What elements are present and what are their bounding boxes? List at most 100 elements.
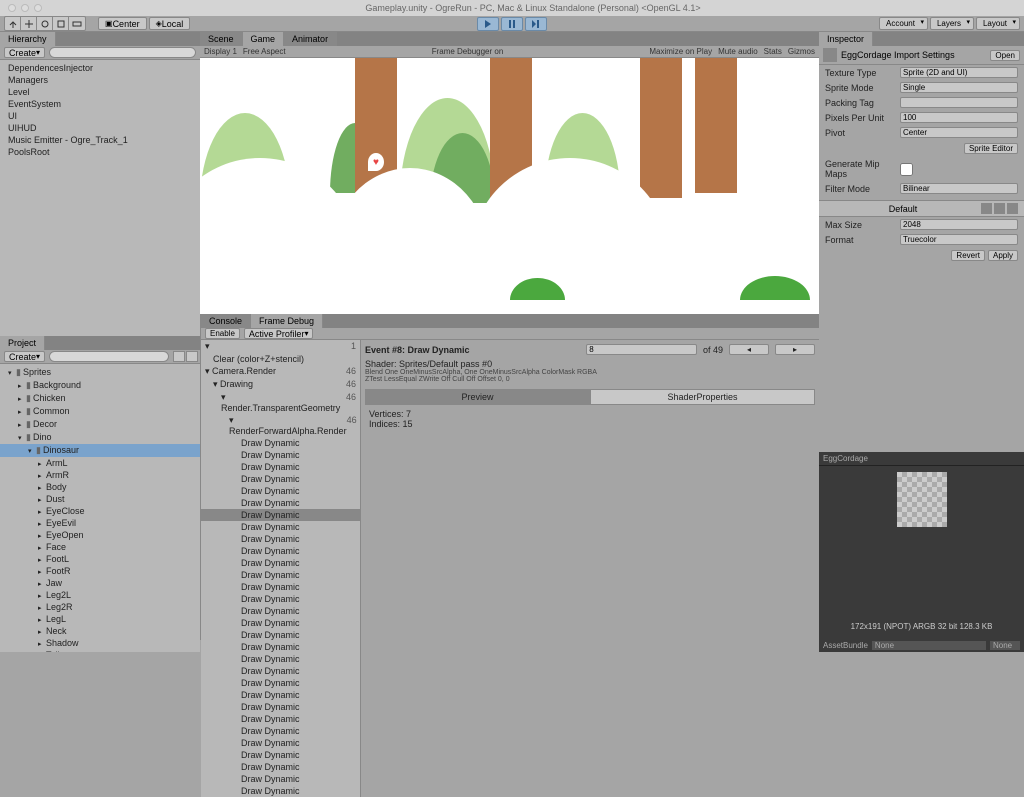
animator-tab[interactable]: Animator (284, 32, 337, 46)
project-item[interactable]: ▸EyeOpen (0, 529, 200, 541)
fd-draw-item[interactable]: Draw Dynamic (201, 773, 360, 785)
filter-icon[interactable] (173, 351, 185, 362)
fd-draw-item[interactable]: Draw Dynamic (201, 725, 360, 737)
project-item[interactable]: ▾▮Dino (0, 431, 200, 444)
filter-mode-dropdown[interactable]: Bilinear (900, 183, 1018, 194)
hierarchy-tab[interactable]: Hierarchy (0, 32, 56, 46)
fd-draw-item[interactable]: Draw Dynamic (201, 629, 360, 641)
fd-tree-item[interactable]: ▾ 1 (201, 340, 360, 353)
platform-icon[interactable] (994, 203, 1005, 214)
platform-icon[interactable] (1007, 203, 1018, 214)
hand-tool[interactable] (5, 17, 21, 30)
fd-draw-item[interactable]: Draw Dynamic (201, 593, 360, 605)
insp-value[interactable]: Center (900, 127, 1018, 138)
mipmaps-checkbox[interactable] (900, 163, 913, 176)
project-tab[interactable]: Project (0, 336, 45, 350)
assetbundle-name[interactable]: None (872, 641, 986, 650)
fd-draw-item[interactable]: Draw Dynamic (201, 545, 360, 557)
hierarchy-item[interactable]: Music Emitter - Ogre_Track_1 (0, 134, 200, 146)
display-dropdown[interactable]: Display 1 (204, 47, 237, 56)
pause-button[interactable] (501, 17, 523, 31)
assetbundle-variant[interactable]: None (990, 641, 1020, 650)
project-item[interactable]: ▸▮Chicken (0, 392, 200, 405)
fd-draw-item[interactable]: Draw Dynamic (201, 701, 360, 713)
shaderprops-tab[interactable]: ShaderProperties (590, 389, 815, 405)
inspector-tab[interactable]: Inspector (819, 32, 873, 46)
star-icon[interactable] (186, 351, 198, 362)
gizmos-toggle[interactable]: Gizmos (788, 47, 815, 56)
fd-draw-item[interactable]: Draw Dynamic (201, 713, 360, 725)
project-item[interactable]: ▸LegL (0, 613, 200, 625)
console-tab[interactable]: Console (201, 314, 251, 328)
project-item[interactable]: ▸▮Background (0, 379, 200, 392)
project-item[interactable]: ▸Body (0, 481, 200, 493)
fd-draw-item[interactable]: Draw Dynamic (201, 533, 360, 545)
project-item[interactable]: ▸EyeEvil (0, 517, 200, 529)
fd-draw-item[interactable]: Draw Dynamic (201, 497, 360, 509)
prev-event-button[interactable]: ◂ (729, 344, 769, 355)
project-item[interactable]: ▸▮Decor (0, 418, 200, 431)
minimize-window[interactable] (21, 4, 29, 12)
fd-tree-item[interactable]: ▾ RenderForwardAlpha.Render46 (201, 414, 360, 437)
hierarchy-item[interactable]: Level (0, 86, 200, 98)
hierarchy-item[interactable]: Managers (0, 74, 200, 86)
apply-button[interactable]: Apply (988, 250, 1018, 261)
scale-tool[interactable] (53, 17, 69, 30)
platform-icon[interactable] (981, 203, 992, 214)
rotate-tool[interactable] (37, 17, 53, 30)
fd-draw-item[interactable]: Draw Dynamic (201, 569, 360, 581)
enable-button[interactable]: Enable (205, 328, 240, 339)
layers-dropdown[interactable]: Layers (930, 17, 974, 30)
project-item[interactable]: ▸EyeClose (0, 505, 200, 517)
hierarchy-item[interactable]: EventSystem (0, 98, 200, 110)
active-profiler-dropdown[interactable]: Active Profiler ▾ (244, 328, 314, 339)
aspect-dropdown[interactable]: Free Aspect (243, 47, 286, 56)
mute-audio[interactable]: Mute audio (718, 47, 758, 56)
fd-draw-item[interactable]: Draw Dynamic (201, 653, 360, 665)
fd-draw-item[interactable]: Draw Dynamic (201, 749, 360, 761)
fd-draw-item[interactable]: Draw Dynamic (201, 473, 360, 485)
fd-draw-item[interactable]: Draw Dynamic (201, 461, 360, 473)
fd-draw-item[interactable]: Draw Dynamic (201, 449, 360, 461)
fd-draw-item[interactable]: Draw Dynamic (201, 737, 360, 749)
pivot-local-toggle[interactable]: ◈ Local (149, 17, 191, 30)
event-index-input[interactable] (586, 344, 697, 355)
revert-button[interactable]: Revert (951, 250, 985, 261)
rect-tool[interactable] (69, 17, 85, 30)
project-item[interactable]: ▸Leg2R (0, 601, 200, 613)
fd-draw-item[interactable]: Draw Dynamic (201, 677, 360, 689)
insp-value[interactable] (900, 97, 1018, 108)
project-create[interactable]: Create ▾ (4, 351, 45, 362)
fd-draw-item[interactable]: Draw Dynamic (201, 557, 360, 569)
hierarchy-create[interactable]: Create ▾ (4, 47, 45, 58)
default-platform-tab[interactable]: Default (825, 204, 981, 214)
project-search[interactable] (49, 351, 169, 362)
insp-value[interactable]: Sprite (2D and UI) (900, 67, 1018, 78)
hierarchy-item[interactable]: UIHUD (0, 122, 200, 134)
insp-value[interactable]: 100 (900, 112, 1018, 123)
hierarchy-tree[interactable]: DependencesInjectorManagersLevelEventSys… (0, 60, 200, 336)
fd-draw-item[interactable]: Draw Dynamic (201, 665, 360, 677)
hierarchy-item[interactable]: PoolsRoot (0, 146, 200, 158)
play-button[interactable] (477, 17, 499, 31)
insp-value[interactable]: Single (900, 82, 1018, 93)
account-dropdown[interactable]: Account (879, 17, 928, 30)
stats-toggle[interactable]: Stats (764, 47, 782, 56)
fd-draw-item[interactable]: Draw Dynamic (201, 761, 360, 773)
close-window[interactable] (8, 4, 16, 12)
project-item[interactable]: ▸Shadow (0, 637, 200, 649)
fd-draw-item[interactable]: Draw Dynamic (201, 437, 360, 449)
project-item[interactable]: ▸ArmR (0, 469, 200, 481)
sprite-editor-button[interactable]: Sprite Editor (964, 143, 1018, 154)
frame-debug-tree[interactable]: ▾ 1 Clear (color+Z+stencil)▾ Camera.Rend… (201, 340, 361, 797)
project-item[interactable]: ▸Leg2L (0, 589, 200, 601)
step-button[interactable] (525, 17, 547, 31)
game-tab[interactable]: Game (243, 32, 285, 46)
project-tree[interactable]: ▾▮Sprites▸▮Background▸▮Chicken▸▮Common▸▮… (0, 364, 200, 652)
scene-tab[interactable]: Scene (200, 32, 243, 46)
project-item[interactable]: ▸Face (0, 541, 200, 553)
hierarchy-item[interactable]: DependencesInjector (0, 62, 200, 74)
move-tool[interactable] (21, 17, 37, 30)
fd-draw-item[interactable]: Draw Dynamic (201, 617, 360, 629)
project-item[interactable]: ▸Neck (0, 625, 200, 637)
